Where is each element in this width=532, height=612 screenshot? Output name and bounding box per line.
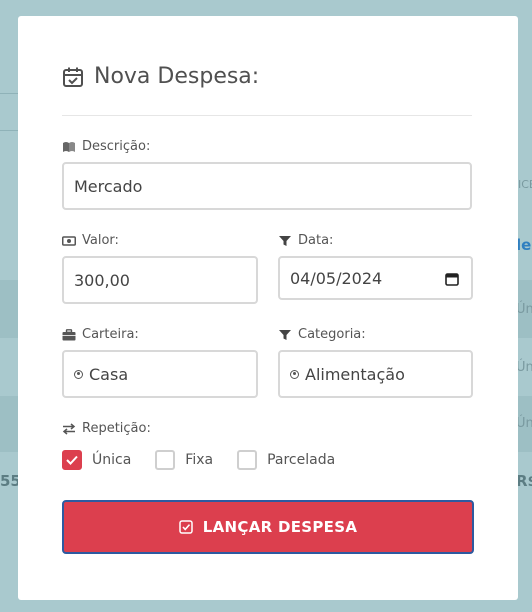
background-cell: Ún [516,360,532,375]
background-cell: Ún [516,302,532,317]
background-column-header: ICE [518,178,532,191]
option-parcelada-label: Parcelada [267,452,336,468]
valor-label: Valor: [62,233,119,248]
data-value: 04/05/2024 [290,268,383,288]
categoria-label: Categoria: [278,327,366,342]
calendar-check-icon [62,66,84,88]
filter-icon [279,329,291,340]
categoria-label-text: Categoria: [298,327,366,342]
checkbox-unica[interactable] [62,450,82,470]
modal-title: Nova Despesa: [94,64,260,89]
repeticao-options: Única Fixa Parcelada [62,450,359,470]
checkbox-parcelada[interactable] [237,450,258,470]
new-expense-modal: Nova Despesa: Descrição: Mercado Valor: … [18,16,518,600]
briefcase-icon [62,328,76,340]
repeticao-label: Repetição: [62,421,151,436]
option-unica-label: Única [92,452,132,468]
descricao-input[interactable]: Mercado [62,162,472,210]
checkbox-fixa[interactable] [155,450,176,470]
valor-input[interactable]: 300,00 [62,256,258,304]
radio-dot-icon [74,369,83,379]
check-square-icon [179,520,193,534]
background-column-value: le [516,236,532,254]
check-icon [66,455,78,465]
modal-header: Nova Despesa: [62,64,472,116]
valor-value: 300,00 [74,270,130,290]
background-total: R$ [516,472,532,490]
categoria-value: Alimentação [305,364,405,384]
option-parcelada[interactable]: Parcelada [237,450,335,470]
submit-expense-button[interactable]: LANÇAR DESPESA [62,500,474,554]
valor-label-text: Valor: [82,233,119,248]
data-label: Data: [278,233,333,248]
option-fixa[interactable]: Fixa [155,450,213,470]
carteira-label-text: Carteira: [82,327,139,342]
carteira-label: Carteira: [62,327,139,342]
option-fixa-label: Fixa [185,452,214,468]
money-icon [62,235,76,246]
descricao-value: Mercado [74,176,143,196]
background-divider [0,93,18,94]
background-divider [0,130,18,131]
exchange-icon [62,422,76,435]
categoria-select[interactable]: Alimentação [278,350,473,398]
filter-icon [279,235,291,246]
option-unica[interactable]: Única [62,450,131,470]
data-input[interactable]: 04/05/2024 [278,256,473,300]
submit-expense-label: LANÇAR DESPESA [202,518,358,536]
data-label-text: Data: [298,233,334,248]
descricao-label: Descrição: [62,139,150,154]
carteira-select[interactable]: Casa [62,350,258,398]
radio-dot-icon [290,369,299,379]
background-cell: Ún [516,416,532,431]
descricao-label-text: Descrição: [82,139,151,154]
repeticao-label-text: Repetição: [82,421,151,436]
book-icon [63,141,75,152]
carteira-value: Casa [89,364,129,384]
calendar-picker-icon[interactable] [445,271,459,286]
